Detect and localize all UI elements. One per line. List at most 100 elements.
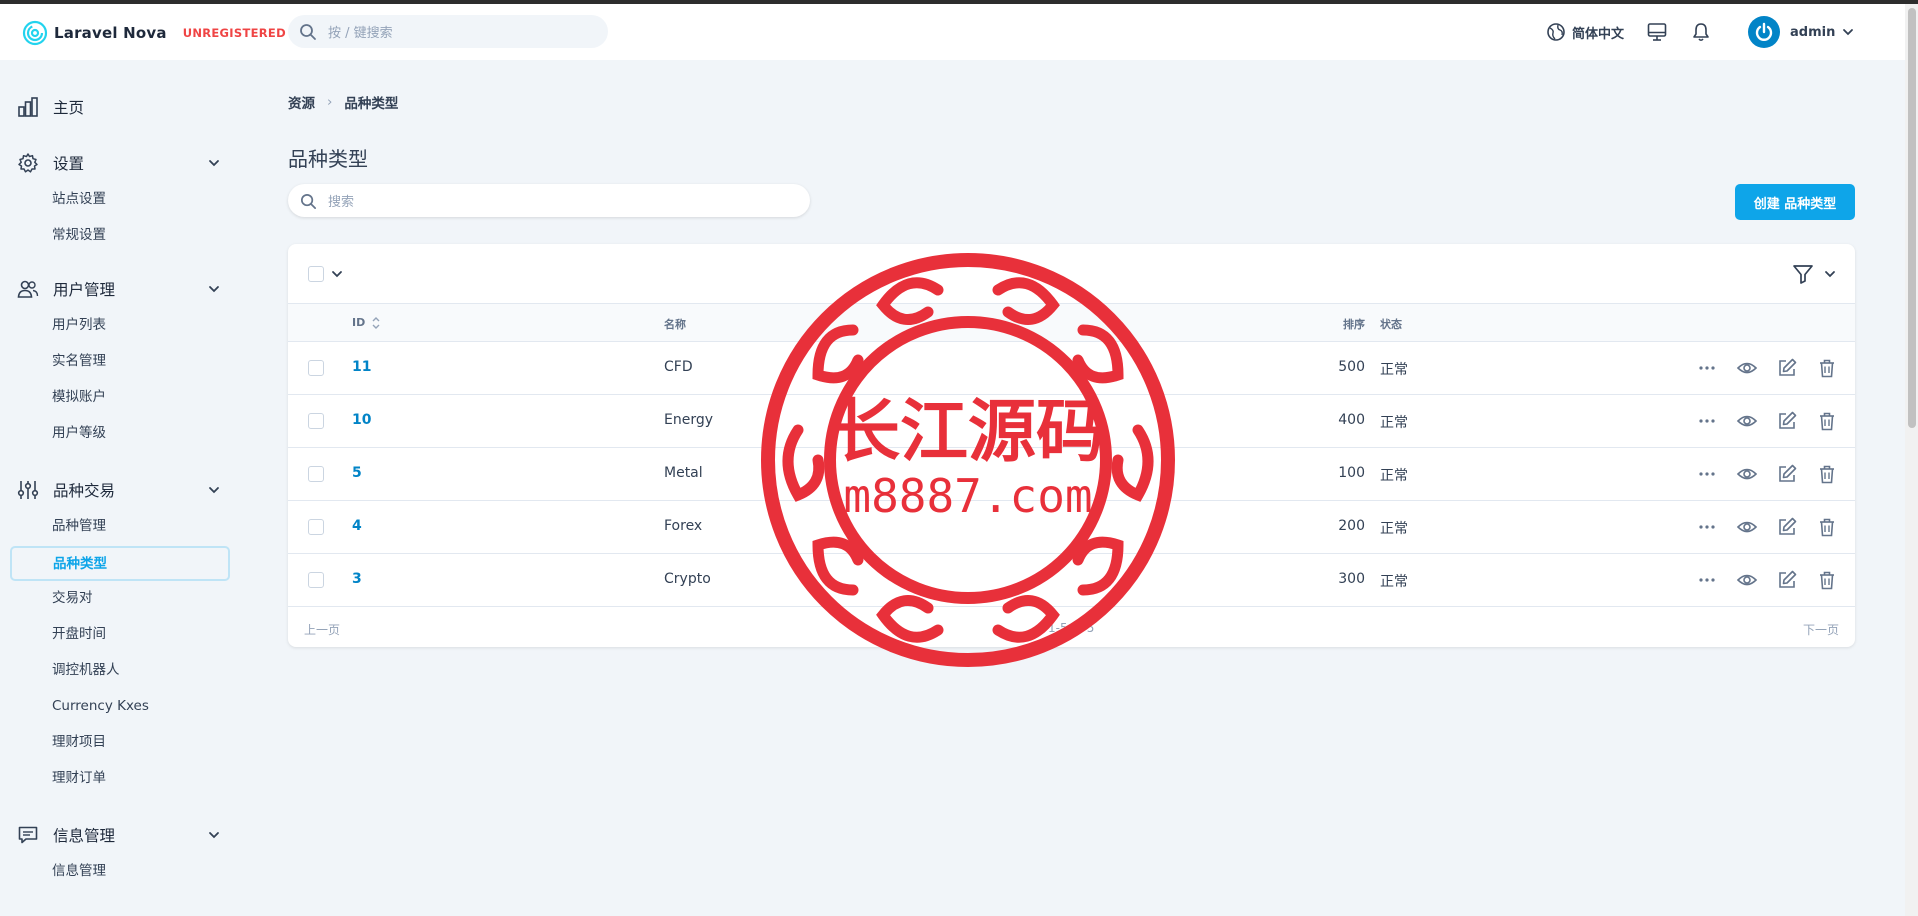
edit-icon[interactable] [1775, 409, 1799, 433]
edit-icon[interactable] [1775, 462, 1799, 486]
column-header-status: 状态 [1380, 318, 1402, 331]
sidebar-item-opening-hours[interactable]: 开盘时间 [52, 623, 106, 645]
row-id-link[interactable]: 11 [352, 359, 371, 375]
row-id-link[interactable]: 5 [352, 465, 362, 481]
chevron-down-icon[interactable] [1823, 267, 1837, 281]
pagination: 上一页 1-5 of 5 下一页 [288, 608, 1855, 647]
row-name: Metal [664, 465, 703, 481]
sidebar-item-info-management[interactable]: 信息管理 [52, 860, 106, 882]
prev-page-button[interactable]: 上一页 [304, 621, 340, 638]
row-checkbox[interactable] [308, 360, 324, 376]
edit-icon[interactable] [1775, 356, 1799, 380]
user-menu[interactable]: admin [1748, 16, 1855, 48]
select-all-checkbox[interactable] [308, 266, 324, 282]
row-status: 正常 [1380, 415, 1408, 431]
row-checkbox[interactable] [308, 572, 324, 588]
sidebar-item-user-levels[interactable]: 用户等级 [52, 422, 106, 444]
view-eye-icon[interactable] [1735, 515, 1759, 539]
scrollbar-thumb[interactable] [1908, 8, 1916, 428]
column-header-id[interactable]: ID [352, 316, 365, 329]
sidebar-item-symbol-management[interactable]: 品种管理 [52, 515, 106, 537]
sidebar-item-home[interactable]: 主页 [17, 93, 222, 121]
chevron-down-icon [209, 832, 219, 839]
row-status: 正常 [1380, 521, 1408, 537]
sidebar-group-label: 用户管理 [53, 281, 116, 299]
resource-search-placeholder: 搜索 [328, 195, 355, 210]
table-row[interactable]: 4 Forex 200 正常 [288, 501, 1855, 554]
create-symbol-type-button[interactable]: 创建 品种类型 [1735, 184, 1855, 220]
next-page-button[interactable]: 下一页 [1803, 621, 1839, 638]
breadcrumb-root[interactable]: 资源 [288, 92, 315, 112]
sidebar-group-trading[interactable]: 品种交易 [17, 476, 222, 504]
sidebar-item-wealth-orders[interactable]: 理财订单 [52, 767, 106, 789]
delete-trash-icon[interactable] [1815, 356, 1839, 380]
search-icon [300, 193, 317, 210]
view-eye-icon[interactable] [1735, 568, 1759, 592]
delete-trash-icon[interactable] [1815, 409, 1839, 433]
sidebar-item-general-settings[interactable]: 常规设置 [52, 224, 106, 246]
delete-trash-icon[interactable] [1815, 568, 1839, 592]
global-search-input[interactable]: 按 / 键搜索 [288, 15, 608, 48]
row-id-link[interactable]: 10 [352, 412, 371, 428]
row-id-link[interactable]: 3 [352, 571, 362, 587]
language-switcher[interactable]: 简体中文 [1546, 22, 1624, 42]
sidebar-group-users[interactable]: 用户管理 [17, 275, 222, 303]
sidebar-item-trading-pairs[interactable]: 交易对 [52, 587, 93, 609]
chevron-down-icon [209, 286, 219, 293]
sidebar-group-label: 信息管理 [53, 827, 116, 845]
sidebar-group-info[interactable]: 信息管理 [17, 821, 222, 849]
sidebar-group-settings[interactable]: 设置 [17, 149, 222, 177]
sidebar-item-demo-accounts[interactable]: 模拟账户 [52, 386, 106, 408]
edit-icon[interactable] [1775, 515, 1799, 539]
view-eye-icon[interactable] [1735, 462, 1759, 486]
row-checkbox[interactable] [308, 466, 324, 482]
table-row[interactable]: 11 CFD 500 正常 [288, 342, 1855, 395]
desktop-button[interactable] [1646, 21, 1668, 43]
table-row[interactable]: 10 Energy 400 正常 [288, 395, 1855, 448]
breadcrumb-current: 品种类型 [344, 96, 399, 112]
sidebar-item-currency-kxes[interactable]: Currency Kxes [52, 695, 149, 717]
pagination-info: 1-5 of 5 [1048, 621, 1095, 635]
sidebar-item-site-settings[interactable]: 站点设置 [52, 188, 106, 210]
delete-trash-icon[interactable] [1815, 515, 1839, 539]
search-icon [300, 24, 316, 40]
brand[interactable]: Laravel Nova UNREGISTERED [22, 20, 286, 46]
row-name: CFD [664, 359, 693, 375]
sidebar-item-wealth-projects[interactable]: 理财项目 [52, 731, 106, 753]
filter-icon[interactable] [1791, 262, 1815, 286]
chevron-down-icon[interactable] [330, 267, 344, 281]
username: admin [1790, 24, 1836, 40]
nova-logo-icon [22, 20, 48, 46]
resource-search-input[interactable]: 搜索 [288, 184, 810, 217]
table-row[interactable]: 3 Crypto 300 正常 [288, 554, 1855, 607]
table-row[interactable]: 5 Metal 100 正常 [288, 448, 1855, 501]
sidebar-item-user-list[interactable]: 用户列表 [52, 314, 106, 336]
more-actions-icon[interactable] [1695, 515, 1719, 539]
row-name: Energy [664, 412, 714, 428]
row-checkbox[interactable] [308, 413, 324, 429]
row-id-link[interactable]: 4 [352, 518, 362, 534]
more-actions-icon[interactable] [1695, 356, 1719, 380]
gear-icon [18, 153, 38, 173]
sort-icon[interactable] [370, 315, 382, 331]
column-header-name: 名称 [664, 318, 686, 331]
delete-trash-icon[interactable] [1815, 462, 1839, 486]
sidebar-item-control-robot[interactable]: 调控机器人 [52, 659, 120, 681]
row-checkbox[interactable] [308, 519, 324, 535]
adjustments-icon [17, 481, 39, 499]
notifications-button[interactable] [1690, 21, 1712, 43]
more-actions-icon[interactable] [1695, 462, 1719, 486]
breadcrumb: 资源 › 品种类型 [288, 92, 398, 112]
more-actions-icon[interactable] [1695, 409, 1719, 433]
row-name: Forex [664, 518, 703, 534]
edit-icon[interactable] [1775, 568, 1799, 592]
view-eye-icon[interactable] [1735, 356, 1759, 380]
sidebar-item-symbol-types[interactable]: 品种类型 [10, 546, 230, 581]
more-actions-icon[interactable] [1695, 568, 1719, 592]
view-eye-icon[interactable] [1735, 409, 1759, 433]
chevron-down-icon [209, 487, 219, 494]
page-title: 品种类型 [288, 147, 368, 171]
table-header: ID 名称 排序 状态 [288, 304, 1855, 342]
sidebar-item-real-name[interactable]: 实名管理 [52, 350, 106, 372]
language-label: 简体中文 [1572, 26, 1625, 42]
